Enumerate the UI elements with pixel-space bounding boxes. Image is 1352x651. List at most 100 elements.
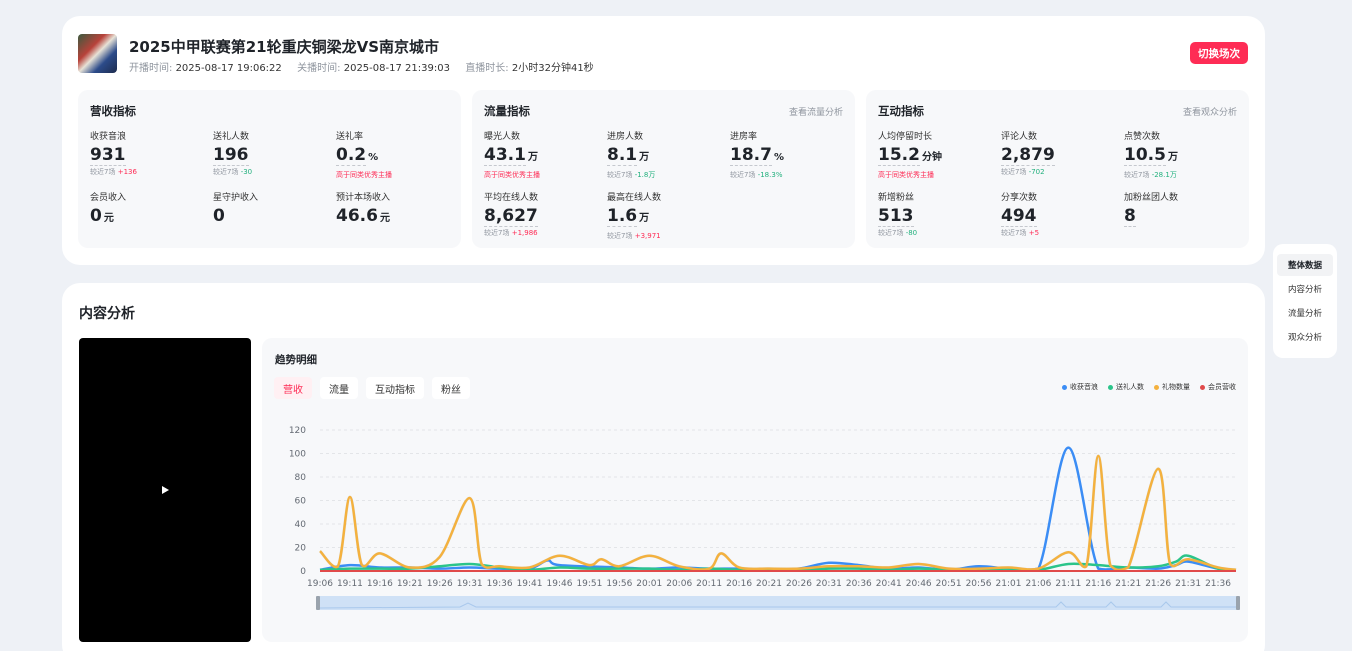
metric-new-fans: 新增粉丝 513 较近7场 -80 [878,190,998,238]
metric-unit: % [368,152,379,163]
metric-avg-online: 平均在线人数 8,627 较近7场 +1,986 [484,190,604,238]
series-ghost-line [318,454,1237,572]
metric-value: 0.2 [336,145,367,166]
metric-label: 送礼率 [336,132,364,142]
metric-value: 196 [213,145,249,166]
metric-delta: -28.1万 [1151,171,1177,179]
x-tick-label: 19:56 [606,579,632,589]
revenue-panel: 营收指标 收获音浪 931 较近7场 +136 送礼人数 196 较近7场 -3… [78,90,461,248]
metric-value: 10.5 [1124,145,1166,166]
metric-value: 513 [878,206,914,227]
metric-impressions: 曝光人数 43.1 万 高于同类优秀主播 [484,129,604,180]
metric-delta: -80 [905,229,918,237]
x-tick-label: 19:51 [576,579,602,589]
metric-label: 星守护收入 [213,193,259,203]
metric-delta: +136 [117,168,137,176]
metric-gifters: 送礼人数 196 较近7场 -30 [213,129,333,177]
legend-dot [1200,384,1205,390]
x-tick-label: 19:06 [307,579,333,589]
legend-item[interactable]: 礼物数量 [1154,382,1190,392]
metric-label: 新增粉丝 [878,193,915,203]
y-tick-label: 80 [295,473,307,483]
view-audience-analysis-link[interactable]: 查看观众分析 [1183,105,1237,118]
x-tick-label: 20:06 [666,579,692,589]
x-tick-label: 21:31 [1175,579,1201,589]
metric-compare-label: 较近7场 [607,171,633,179]
x-tick-label: 20:26 [786,579,812,589]
nav-traffic-analysis[interactable]: 流量分析 [1277,302,1333,324]
metric-compare-label: 较近7场 [90,168,116,176]
tab-fans[interactable]: 粉丝 [432,377,470,399]
metric-label: 平均在线人数 [484,193,539,203]
start-time-label: 开播时间: [129,63,173,74]
zoom-handle-right [1236,596,1240,610]
metric-member-income: 会员收入 0元 [90,190,210,229]
metric-delta: -702 [1028,168,1045,176]
metric-compare-label: 较近7场 [730,171,756,179]
legend-item[interactable]: 会员营收 [1200,382,1236,392]
metric-label: 进房人数 [607,132,644,142]
trend-panel: 趋势明细 营收 流量 互动指标 粉丝 收获音浪 送礼人数 礼物数量 会员营收 0… [262,338,1248,642]
metric-label: 最高在线人数 [607,193,662,203]
legend-dot [1108,384,1113,390]
x-tick-label: 19:21 [397,579,423,589]
legend-label: 礼物数量 [1162,383,1190,391]
view-traffic-analysis-link[interactable]: 查看流量分析 [789,105,843,118]
legend-item[interactable]: 收获音浪 [1062,382,1098,392]
nav-audience-analysis[interactable]: 观众分析 [1277,326,1333,348]
metric-guard-income: 星守护收入 0 [213,190,333,226]
x-tick-label: 21:16 [1085,579,1111,589]
nav-content-analysis[interactable]: 内容分析 [1277,278,1333,300]
live-cover-thumbnail [78,34,117,73]
metric-label: 人均停留时长 [878,132,933,142]
legend-item[interactable]: 送礼人数 [1108,382,1144,392]
tab-traffic[interactable]: 流量 [320,377,358,399]
nav-overall-data[interactable]: 整体数据 [1277,254,1333,276]
legend-label: 送礼人数 [1116,383,1144,391]
metric-value: 15.2 [878,145,920,166]
metric-delta: +5 [1028,229,1040,237]
metric-delta: +3,971 [634,232,661,240]
metric-fan-club-joins: 加粉丝团人数 8 [1124,190,1244,227]
legend-label: 收获音浪 [1070,383,1098,391]
metric-value: 1.6 [607,206,638,227]
y-tick-label: 100 [289,450,306,460]
start-time: 2025-08-17 19:06:22 [175,63,282,74]
metric-unit: 万 [639,152,650,163]
metric-label: 评论人数 [1001,132,1038,142]
interaction-panel: 互动指标 查看观众分析 人均停留时长 15.2 分钟 高于同类优秀主播 评论人数 … [866,90,1249,248]
metric-label: 会员收入 [90,193,127,203]
legend-dot [1062,384,1067,390]
x-tick-label: 21:11 [1055,579,1081,589]
replay-video-player[interactable] [79,338,251,642]
metric-note: 高于同类优秀主播 [878,171,934,179]
legend-dot [1154,384,1159,390]
metric-peak-online: 最高在线人数 1.6 万 较近7场 +3,971 [607,190,727,241]
metric-compare-label: 较近7场 [607,232,633,240]
x-tick-label: 21:36 [1205,579,1231,589]
x-tick-label: 20:01 [636,579,662,589]
metric-label: 送礼人数 [213,132,250,142]
x-tick-label: 20:51 [936,579,962,589]
end-time: 2025-08-17 21:39:03 [343,63,450,74]
x-tick-label: 20:36 [846,579,872,589]
metric-value: 8 [1124,206,1136,227]
x-tick-label: 21:01 [996,579,1022,589]
metric-unit: 元 [379,213,390,224]
tab-revenue[interactable]: 营收 [274,377,312,399]
metric-unit: 分钟 [921,152,942,163]
x-tick-label: 20:21 [756,579,782,589]
y-tick-label: 120 [289,426,306,436]
switch-session-button[interactable]: 切换场次 [1190,42,1248,64]
tab-interaction[interactable]: 互动指标 [366,377,424,399]
live-meta: 开播时间: 2025-08-17 19:06:22 关播时间: 2025-08-… [129,59,594,74]
play-icon[interactable] [162,486,169,494]
section-title: 内容分析 [79,306,135,322]
x-tick-label: 20:56 [966,579,992,589]
metric-delta: -30 [240,168,253,176]
x-tick-label: 20:41 [876,579,902,589]
metric-note: 高于同类优秀主播 [484,171,540,179]
series-line-1 [319,446,1237,572]
metric-gift-rate: 送礼率 0.2% 高于同类优秀主播 [336,129,456,180]
metric-value: 0 [90,206,102,226]
